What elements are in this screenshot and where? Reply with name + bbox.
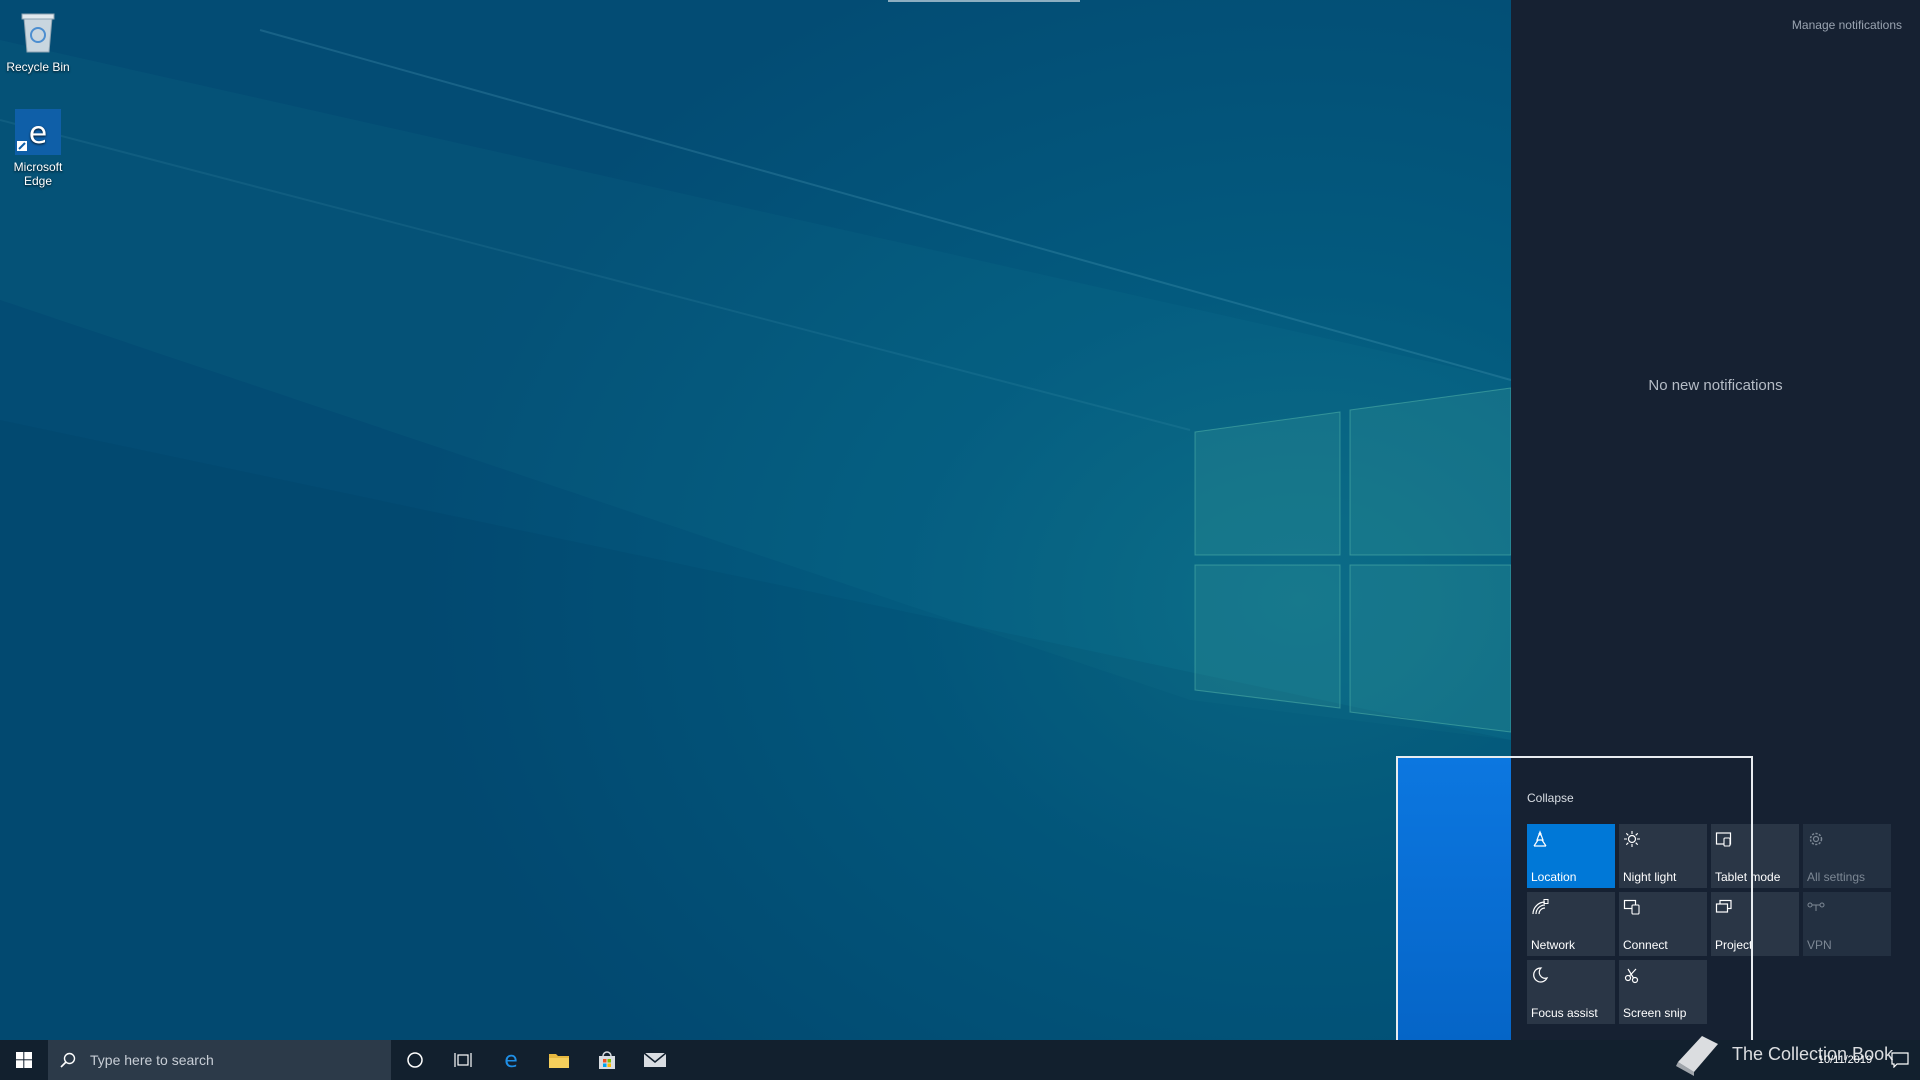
task-view-icon bbox=[454, 1053, 472, 1067]
gear-icon bbox=[1809, 832, 1823, 846]
vpn-icon bbox=[1807, 902, 1825, 911]
tile-connect[interactable]: Connect bbox=[1619, 892, 1707, 956]
location-icon bbox=[1533, 830, 1547, 847]
taskbar: Type here to search e 10/11/2019 bbox=[0, 1040, 1920, 1080]
tile-label: Location bbox=[1531, 870, 1577, 884]
tile-tablet-mode[interactable]: Tablet mode bbox=[1711, 824, 1799, 888]
taskbar-mail[interactable] bbox=[631, 1040, 679, 1080]
tile-all-settings[interactable]: All settings bbox=[1803, 824, 1891, 888]
tablet-mode-icon bbox=[1715, 832, 1732, 847]
tile-vpn[interactable]: VPN bbox=[1803, 892, 1891, 956]
search-box[interactable]: Type here to search bbox=[48, 1040, 391, 1080]
file-explorer-icon bbox=[549, 1054, 569, 1068]
cortana-icon bbox=[407, 1052, 423, 1068]
watermark: The Collection Book bbox=[1672, 1032, 1893, 1076]
tile-label: Tablet mode bbox=[1715, 870, 1781, 884]
start-button[interactable] bbox=[0, 1040, 48, 1080]
screen-snip-icon bbox=[1624, 968, 1639, 984]
manage-notifications-link[interactable]: Manage notifications bbox=[1792, 18, 1902, 32]
watermark-text: The Collection Book bbox=[1732, 1043, 1894, 1064]
desktop-icon-recycle-bin[interactable]: Recycle Bin bbox=[3, 8, 73, 74]
tile-label: VPN bbox=[1807, 938, 1832, 952]
recycle-bin-icon bbox=[14, 8, 62, 56]
tile-label: Night light bbox=[1623, 870, 1677, 884]
tile-location[interactable]: Location bbox=[1527, 824, 1615, 888]
desktop-icon-edge[interactable]: e Microsoft Edge bbox=[3, 108, 73, 188]
collapse-button[interactable]: Collapse bbox=[1527, 791, 1574, 805]
edge-icon: e bbox=[504, 1048, 518, 1072]
notification-icon bbox=[1891, 1052, 1909, 1068]
book-icon bbox=[1676, 1036, 1718, 1076]
quick-actions-grid: Location Night light Tablet mode All set… bbox=[1527, 824, 1895, 1024]
tile-label: Focus assist bbox=[1531, 1006, 1598, 1020]
night-light-icon bbox=[1624, 831, 1640, 847]
logo-pane-1 bbox=[1194, 411, 1341, 556]
logo-pane-3 bbox=[1194, 564, 1341, 709]
moon-icon bbox=[1533, 967, 1549, 983]
taskbar-file-explorer[interactable] bbox=[535, 1040, 583, 1080]
task-view-button[interactable] bbox=[439, 1040, 487, 1080]
top-indicator bbox=[888, 0, 1080, 2]
desktop-icon-label: Recycle Bin bbox=[6, 60, 70, 74]
tile-focus-assist[interactable]: Focus assist bbox=[1527, 960, 1615, 1024]
edge-icon: e bbox=[14, 108, 62, 156]
tile-label: Project bbox=[1715, 938, 1753, 952]
tile-project[interactable]: Project bbox=[1711, 892, 1799, 956]
tile-night-light[interactable]: Night light bbox=[1619, 824, 1707, 888]
search-placeholder: Type here to search bbox=[90, 1052, 214, 1068]
logo-pane-2 bbox=[1349, 387, 1512, 556]
cortana-button[interactable] bbox=[391, 1040, 439, 1080]
mail-icon bbox=[643, 1052, 667, 1067]
svg-text:e: e bbox=[504, 1048, 518, 1072]
connect-icon bbox=[1623, 899, 1640, 915]
project-icon bbox=[1715, 899, 1732, 913]
tile-label: Network bbox=[1531, 938, 1576, 952]
tile-label: Connect bbox=[1623, 938, 1668, 952]
windows-logo-icon bbox=[16, 1052, 32, 1068]
search-icon bbox=[60, 1049, 82, 1071]
tile-label: Screen snip bbox=[1623, 1006, 1687, 1020]
no-notifications-text: No new notifications bbox=[1648, 377, 1783, 394]
tile-network[interactable]: Network bbox=[1527, 892, 1615, 956]
desktop-icon-label: Microsoft Edge bbox=[13, 160, 63, 188]
tile-label: All settings bbox=[1807, 870, 1866, 884]
tile-screen-snip[interactable]: Screen snip bbox=[1619, 960, 1707, 1024]
taskbar-edge[interactable]: e bbox=[487, 1040, 535, 1080]
taskbar-store[interactable] bbox=[583, 1040, 631, 1080]
store-icon bbox=[599, 1051, 615, 1069]
network-icon bbox=[1532, 899, 1549, 915]
selection-fill bbox=[1398, 758, 1511, 1040]
svg-text:e: e bbox=[29, 116, 47, 151]
logo-pane-4 bbox=[1349, 564, 1512, 733]
action-center: Manage notifications No new notification… bbox=[1511, 0, 1920, 1040]
